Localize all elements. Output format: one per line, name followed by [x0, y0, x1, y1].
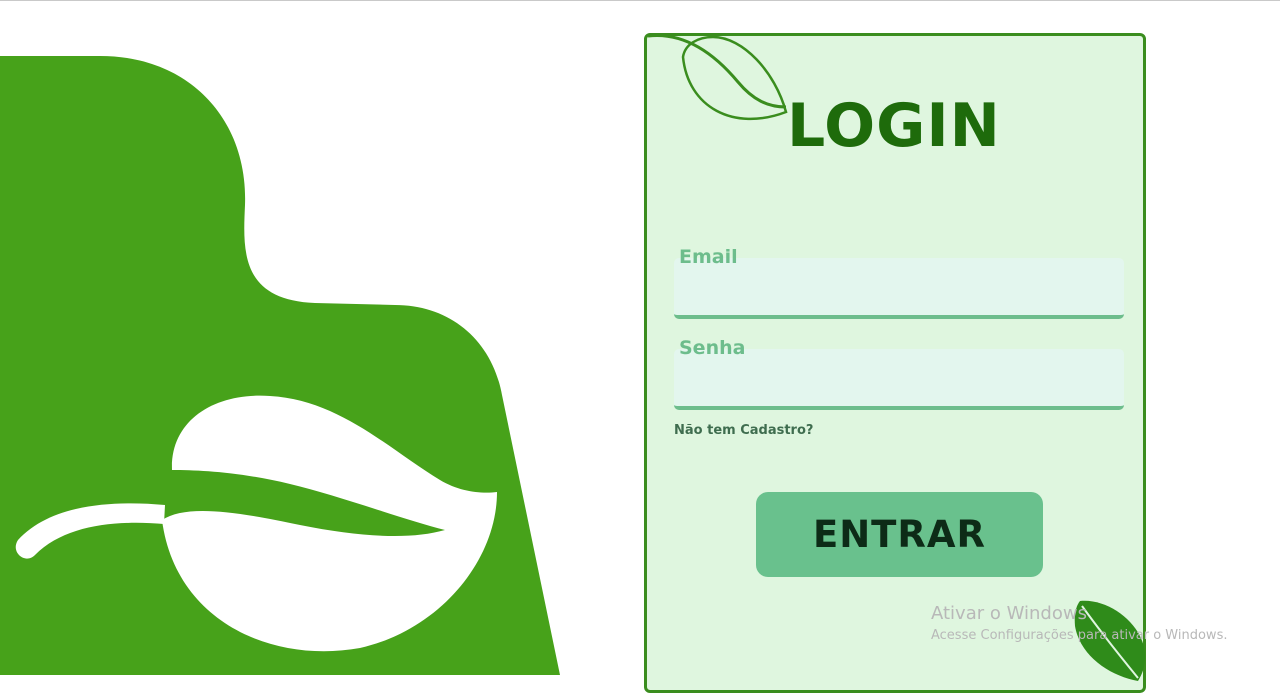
email-field[interactable] — [674, 258, 1124, 319]
email-label: Email — [679, 246, 738, 268]
page-title: LOGIN — [787, 91, 1001, 161]
password-label: Senha — [679, 337, 746, 359]
login-card: LOGIN Email Senha Não tem Cadastro? ENTR… — [644, 33, 1146, 693]
leaf-outline-icon — [647, 33, 788, 121]
leaf-icon — [1074, 600, 1145, 681]
submit-button[interactable]: ENTRAR — [756, 492, 1043, 577]
brand-hero-shape — [0, 56, 560, 675]
signup-link[interactable]: Não tem Cadastro? — [674, 423, 813, 438]
